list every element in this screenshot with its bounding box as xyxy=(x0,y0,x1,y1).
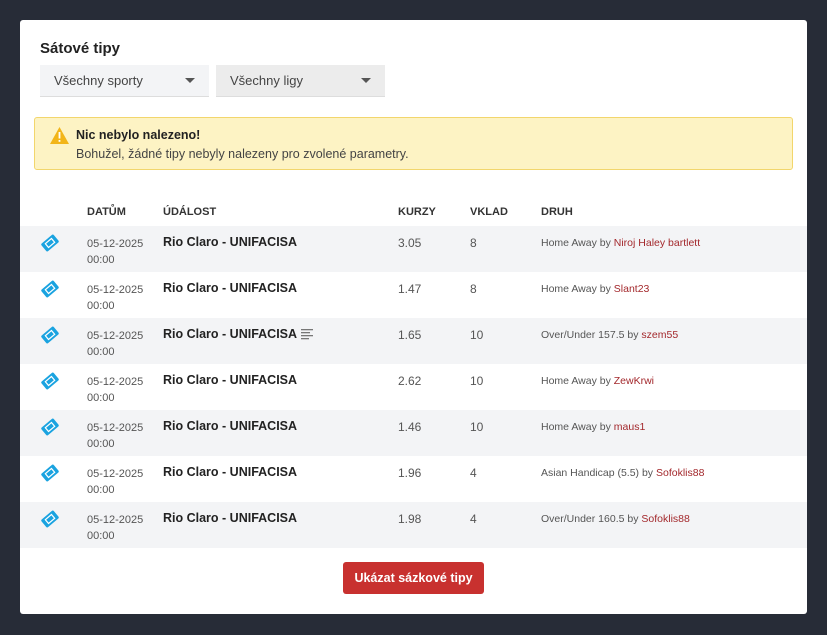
tip-date: 05-12-2025 00:00 xyxy=(87,422,144,450)
tip-odds: 1.98 xyxy=(398,512,422,526)
tipster-link[interactable]: maus1 xyxy=(614,421,646,433)
tip-stake: 8 xyxy=(470,282,477,296)
no-results-alert: Nic nebylo nalezeno! Bohužel, žádné tipy… xyxy=(34,117,793,170)
tipster-link[interactable]: Niroj Haley bartlett xyxy=(614,237,700,249)
ticket-icon xyxy=(41,510,59,528)
column-header-odds: KURZY xyxy=(398,206,436,218)
ticket-icon xyxy=(41,234,59,252)
tip-event[interactable]: Rio Claro - UNIFACISA xyxy=(163,373,297,387)
column-header-kind: DRUH xyxy=(541,206,573,218)
tipster-link[interactable]: Sofoklis88 xyxy=(656,467,704,479)
sport-select-value: Všechny sporty xyxy=(54,73,143,88)
column-header-stake: VKLAD xyxy=(470,206,508,218)
tip-stake: 10 xyxy=(470,374,484,388)
ticket-icon xyxy=(41,372,59,390)
tip-stake: 10 xyxy=(470,420,484,434)
tip-date: 05-12-2025 00:00 xyxy=(87,468,144,496)
table-row[interactable]: 05-12-2025 00:00 Rio Claro - UNIFACISA 1.… xyxy=(20,456,807,502)
caret-down-icon xyxy=(361,78,371,83)
tipster-link[interactable]: szem55 xyxy=(641,329,678,341)
tip-odds: 1.65 xyxy=(398,328,422,342)
tip-kind: Home Away by Slant23 xyxy=(541,283,650,295)
table-row[interactable]: 05-12-2025 00:00 Rio Claro - UNIFACISA 1.… xyxy=(20,272,807,318)
column-header-event: ÚDÁLOST xyxy=(163,206,217,218)
tip-stake: 10 xyxy=(470,328,484,342)
tip-stake: 8 xyxy=(470,236,477,250)
table-row[interactable]: 05-12-2025 00:00 Rio Claro - UNIFACISA 1.… xyxy=(20,318,807,364)
tip-event[interactable]: Rio Claro - UNIFACISA xyxy=(163,465,297,479)
tip-kind: Over/Under 160.5 by Sofoklis88 xyxy=(541,513,690,525)
tip-stake: 4 xyxy=(470,512,477,526)
tipster-link[interactable]: Slant23 xyxy=(614,283,650,295)
table-row[interactable]: 05-12-2025 00:00 Rio Claro - UNIFACISA 1.… xyxy=(20,410,807,456)
tip-odds: 3.05 xyxy=(398,236,422,250)
tip-date: 05-12-2025 00:00 xyxy=(87,514,144,542)
tip-event[interactable]: Rio Claro - UNIFACISA xyxy=(163,327,314,341)
page-title: Sátové tipy xyxy=(40,40,121,57)
tip-event[interactable]: Rio Claro - UNIFACISA xyxy=(163,235,297,249)
column-header-date: DATŮM xyxy=(87,206,126,218)
tip-kind: Home Away by Niroj Haley bartlett xyxy=(541,237,701,249)
show-tips-button[interactable]: Ukázat sázkové tipy xyxy=(343,562,484,594)
tip-odds: 2.62 xyxy=(398,374,422,388)
tip-date: 05-12-2025 00:00 xyxy=(87,284,144,312)
tip-kind: Home Away by maus1 xyxy=(541,421,646,433)
notes-icon[interactable] xyxy=(301,329,314,340)
tipster-link[interactable]: Sofoklis88 xyxy=(641,513,689,525)
sport-select[interactable]: Všechny sporty xyxy=(40,65,209,97)
tipster-link[interactable]: ZewKrwi xyxy=(614,375,654,387)
ticket-icon xyxy=(41,464,59,482)
tip-kind: Over/Under 157.5 by szem55 xyxy=(541,329,679,341)
tips-panel: Sátové tipy Všechny sporty Všechny ligy … xyxy=(20,20,807,614)
ticket-icon xyxy=(41,326,59,344)
tip-kind: Asian Handicap (5.5) by Sofoklis88 xyxy=(541,467,705,479)
tip-kind: Home Away by ZewKrwi xyxy=(541,375,655,387)
table-row[interactable]: 05-12-2025 00:00 Rio Claro - UNIFACISA 1.… xyxy=(20,502,807,548)
league-select-value: Všechny ligy xyxy=(230,73,303,88)
ticket-icon xyxy=(41,418,59,436)
league-select[interactable]: Všechny ligy xyxy=(216,65,385,97)
table-row[interactable]: 05-12-2025 00:00 Rio Claro - UNIFACISA 2.… xyxy=(20,364,807,410)
tip-stake: 4 xyxy=(470,466,477,480)
tip-event[interactable]: Rio Claro - UNIFACISA xyxy=(163,511,297,525)
tip-odds: 1.96 xyxy=(398,466,422,480)
warning-icon xyxy=(50,127,69,144)
tip-date: 05-12-2025 00:00 xyxy=(87,376,144,404)
alert-title: Nic nebylo nalezeno! xyxy=(76,128,201,142)
alert-message: Bohužel, žádné tipy nebyly nalezeny pro … xyxy=(76,147,409,161)
tip-date: 05-12-2025 00:00 xyxy=(87,238,144,266)
tip-event[interactable]: Rio Claro - UNIFACISA xyxy=(163,281,297,295)
tip-odds: 1.47 xyxy=(398,282,422,296)
tip-odds: 1.46 xyxy=(398,420,422,434)
ticket-icon xyxy=(41,280,59,298)
tip-event[interactable]: Rio Claro - UNIFACISA xyxy=(163,419,297,433)
caret-down-icon xyxy=(185,78,195,83)
tip-date: 05-12-2025 00:00 xyxy=(87,330,144,358)
table-row[interactable]: 05-12-2025 00:00 Rio Claro - UNIFACISA 3.… xyxy=(20,226,807,272)
